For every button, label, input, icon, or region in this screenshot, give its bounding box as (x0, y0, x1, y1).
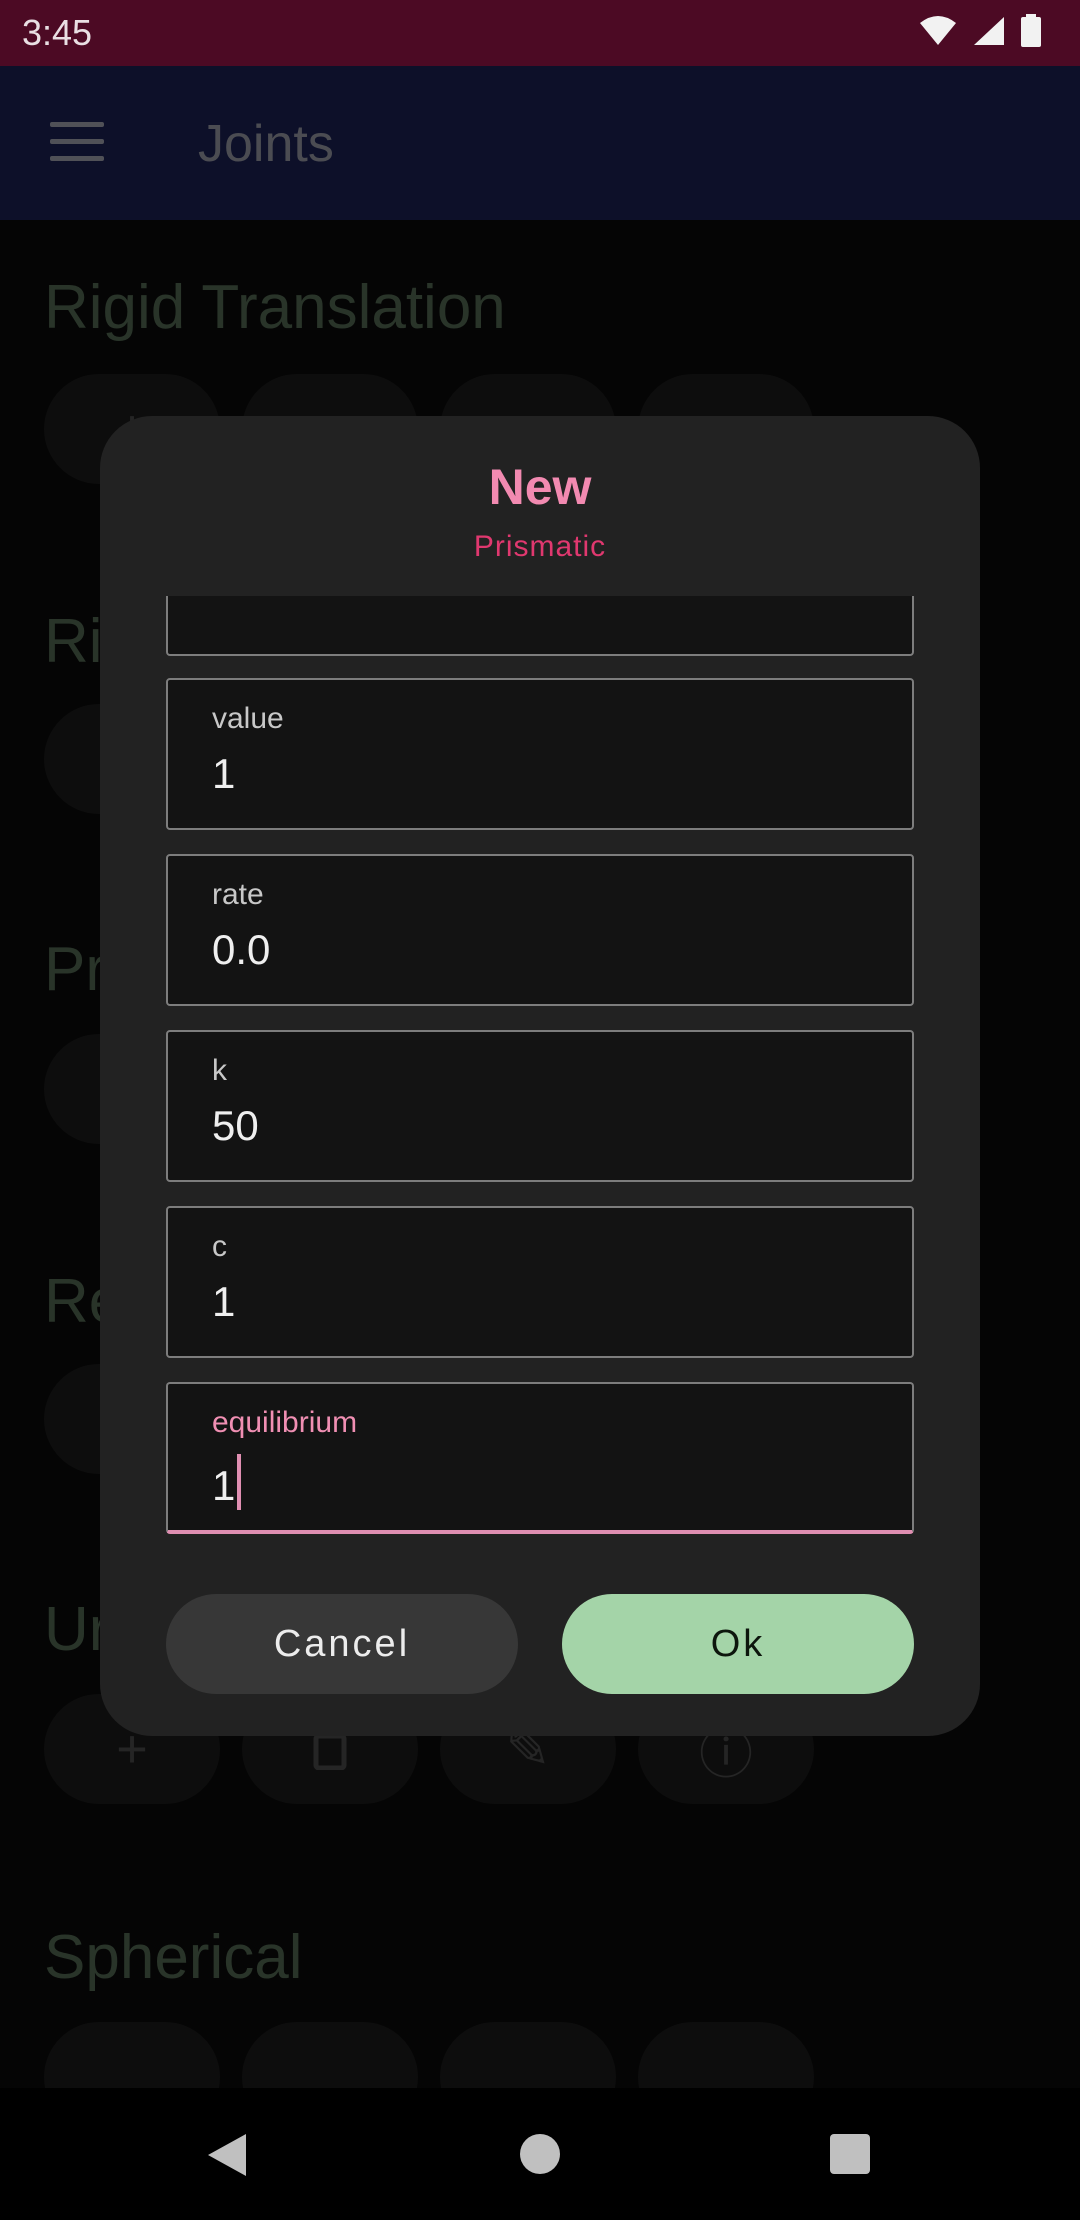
equilibrium-field[interactable]: equilibrium 1 (166, 1382, 914, 1534)
field-value: 0.0 (212, 926, 271, 973)
fields-scroll-area[interactable]: +1 value 1 rate 0.0 k 50 c 1 equilibrium… (166, 596, 916, 1612)
cancel-button[interactable]: Cancel (166, 1594, 518, 1694)
field-label: c (212, 1230, 227, 1263)
field-value: 50 (212, 1102, 259, 1149)
status-icons (918, 14, 1042, 48)
field-value: 1 (212, 1278, 236, 1325)
system-nav-bar (0, 2088, 1080, 2220)
wifi-icon (920, 16, 956, 45)
status-bar: 3:45 (0, 0, 1080, 66)
rate-field[interactable]: rate 0.0 (166, 854, 914, 1006)
partial-field[interactable]: +1 (166, 596, 914, 656)
recents-icon[interactable] (830, 2134, 870, 2174)
field-label: value (212, 702, 284, 735)
new-joint-dialog: New Prismatic +1 value 1 rate 0.0 k 50 c… (100, 416, 980, 1736)
dialog-title: New (488, 459, 592, 515)
field-value-wrap: 1 (212, 1454, 242, 1510)
back-icon[interactable] (206, 2132, 248, 2178)
field-label: equilibrium (212, 1406, 358, 1439)
k-field[interactable]: k 50 (166, 1030, 914, 1182)
battery-icon (1021, 14, 1041, 47)
field-value: +1 (212, 596, 260, 604)
text-caret (237, 1454, 242, 1510)
value-field[interactable]: value 1 (166, 678, 914, 830)
status-time: 3:45 (22, 12, 93, 53)
field-value: 1 (212, 750, 236, 797)
ok-button[interactable]: Ok (562, 1594, 914, 1694)
field-value: 1 (212, 1462, 236, 1509)
field-label: rate (212, 878, 264, 911)
signal-icon (974, 17, 1004, 45)
c-field[interactable]: c 1 (166, 1206, 914, 1358)
dialog-subtitle: Prismatic (473, 530, 607, 563)
field-label: k (212, 1054, 227, 1087)
home-icon[interactable] (520, 2134, 560, 2174)
